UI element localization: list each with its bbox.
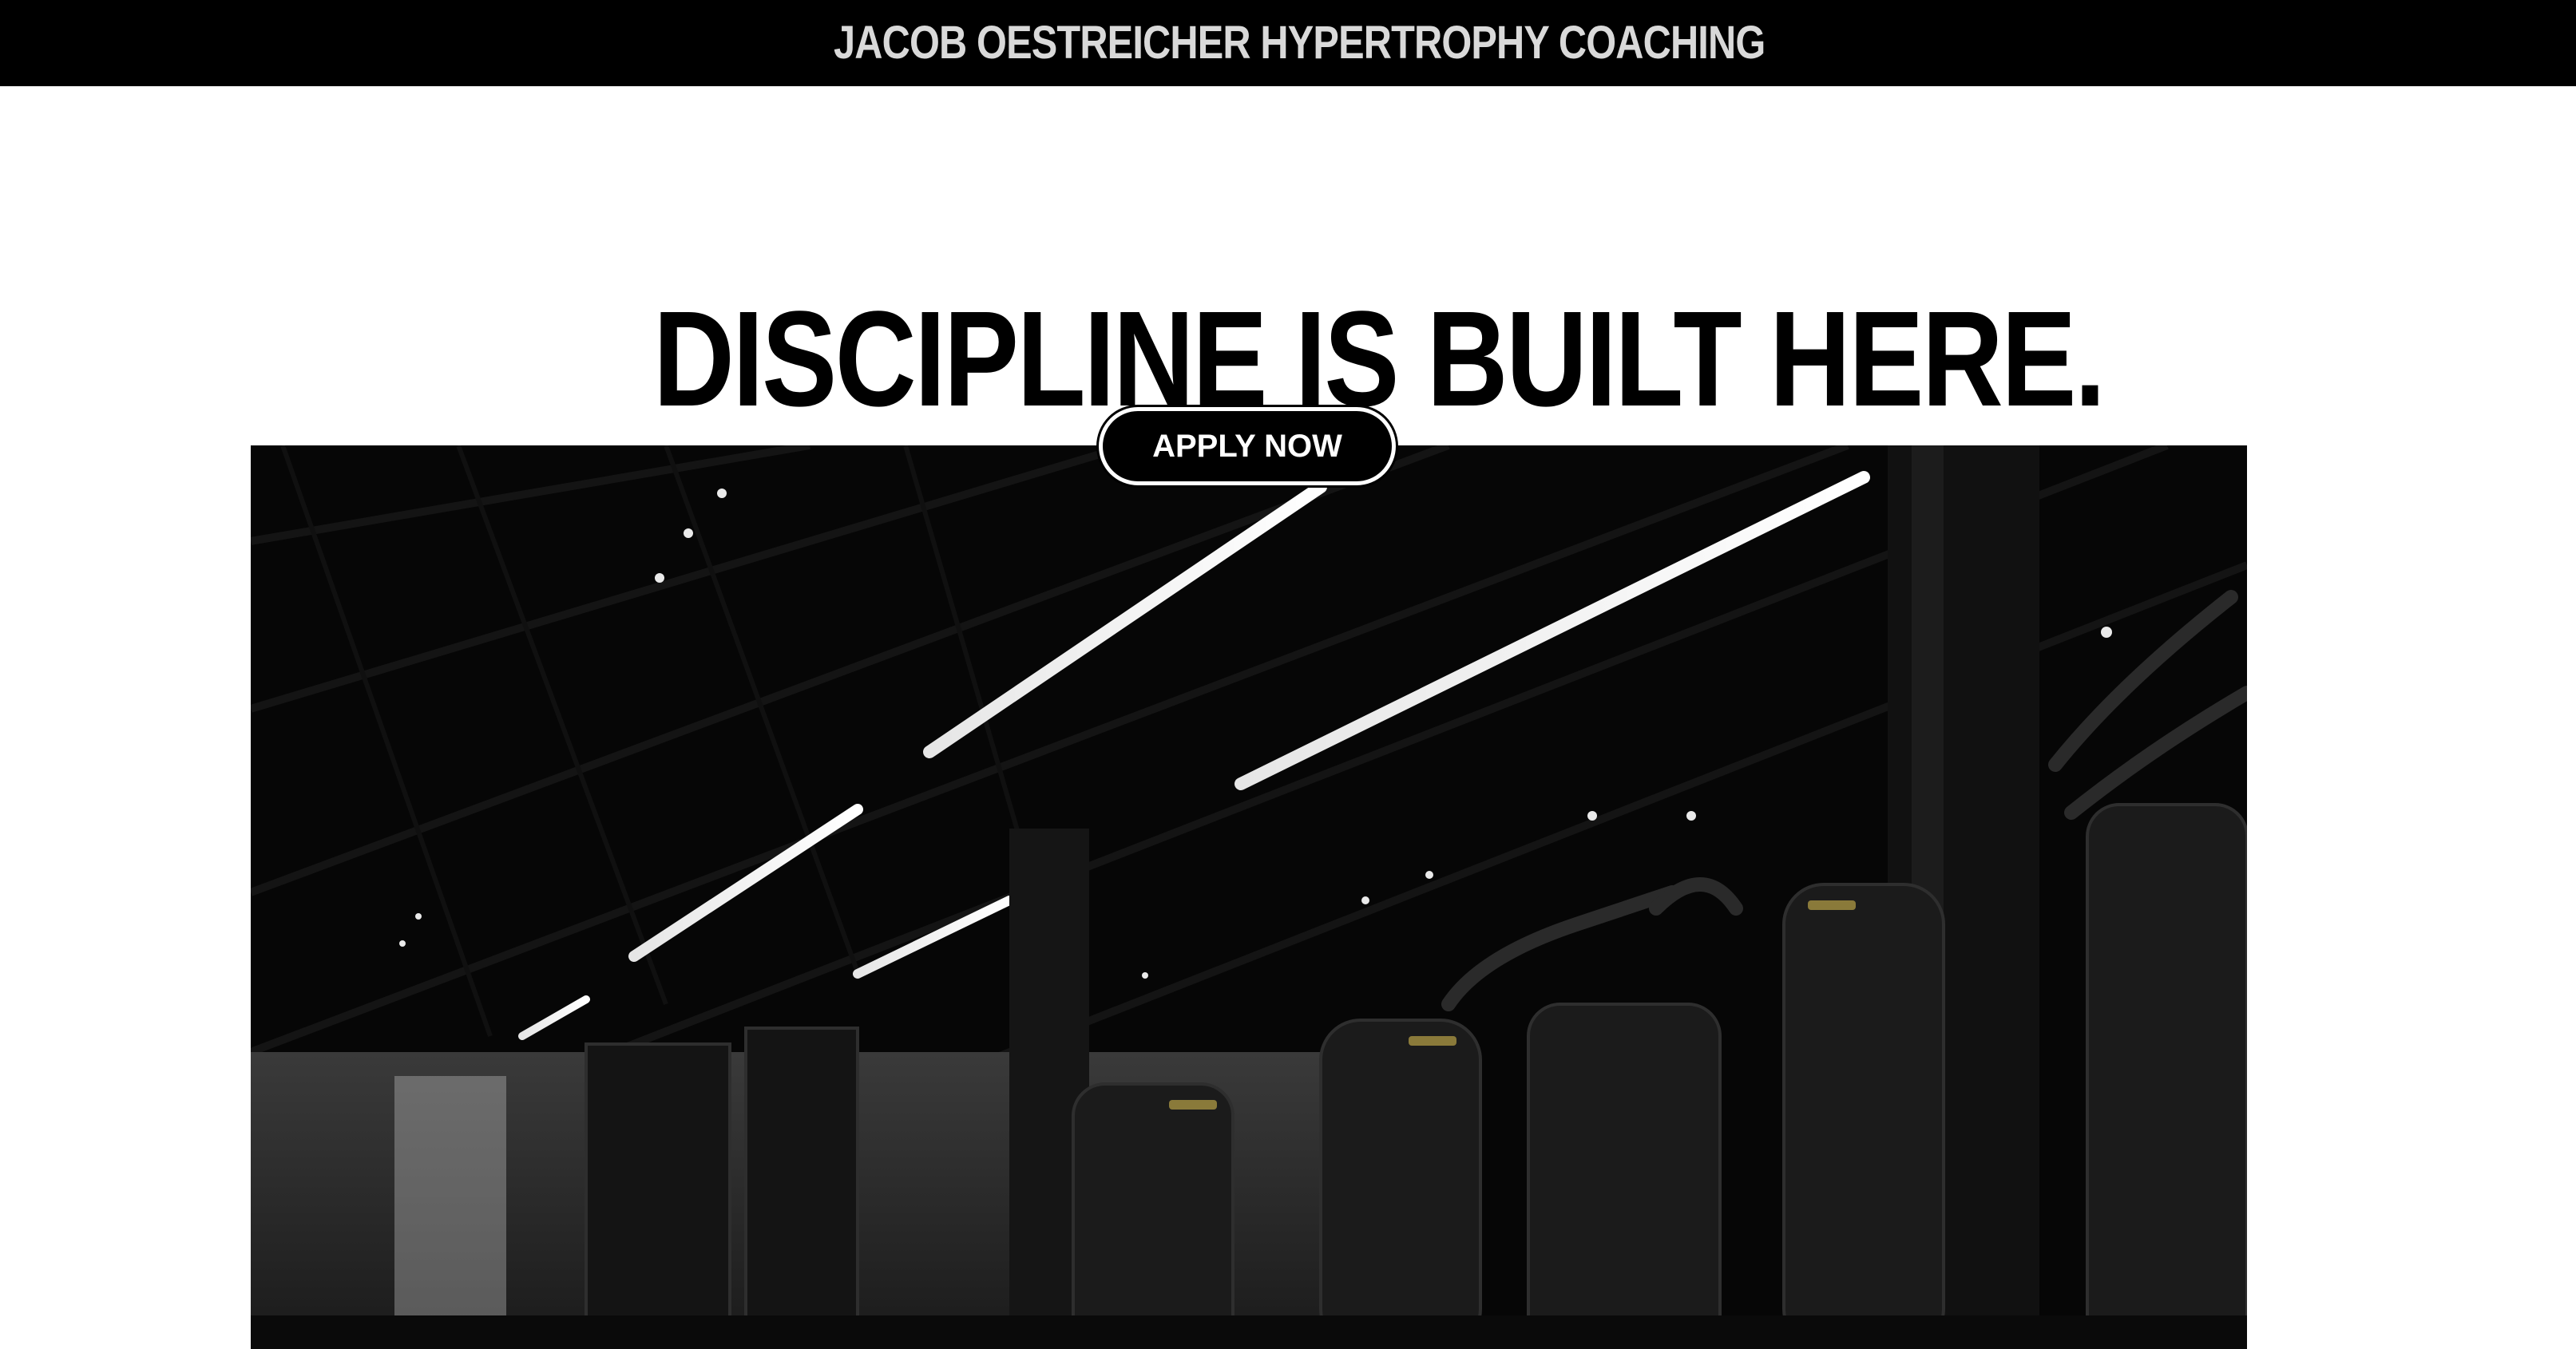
apply-now-button[interactable]: APPLY NOW	[1099, 407, 1396, 485]
gym-hero-image	[251, 445, 2247, 1349]
gym-photo-image	[251, 445, 2247, 1349]
brand-title[interactable]: JACOB OESTREICHER HYPERTROPHY COACHING	[834, 11, 1766, 75]
top-header-bar: JACOB OESTREICHER HYPERTROPHY COACHING	[0, 0, 2576, 86]
